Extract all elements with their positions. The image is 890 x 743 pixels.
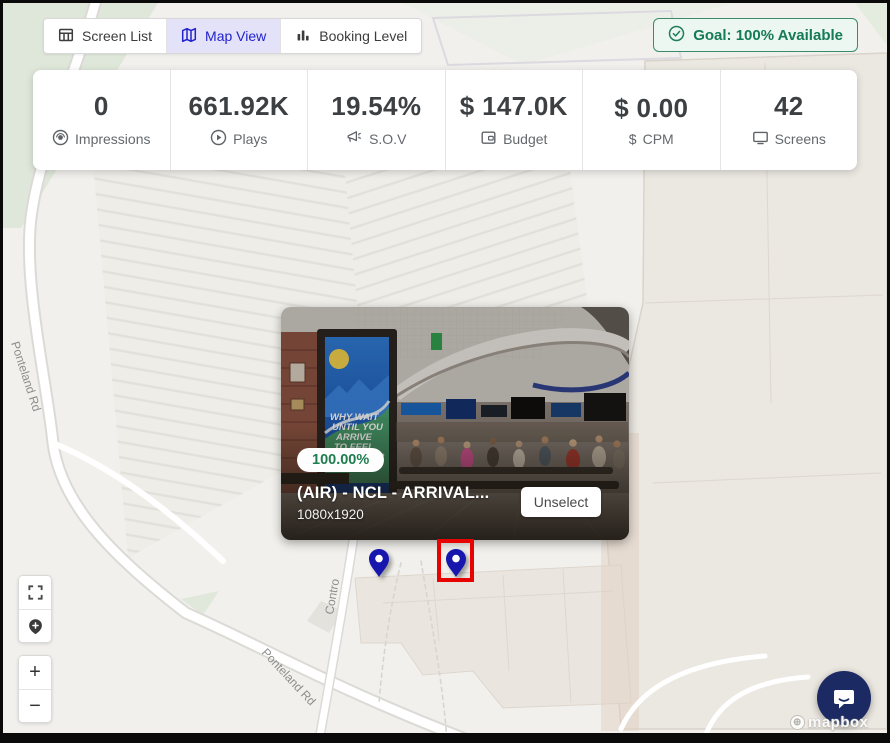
check-circle-icon [668,25,685,46]
sov-label-plays: Plays [233,131,267,147]
stat-cpm: $ 0.00 $ CPM [582,70,720,170]
eye-icon [52,129,69,149]
screens-value: 42 [774,91,804,122]
screen-title: (AIR) - NCL - ARRIVAL... [297,484,489,503]
tab-booking-level[interactable]: Booking Level [280,19,421,53]
locate-pin-button[interactable] [19,609,51,642]
budget-label: Budget [503,131,547,147]
tab-screen-list[interactable]: Screen List [44,19,166,53]
screen-icon [752,129,769,149]
tab-label: Screen List [82,28,152,44]
selected-pin-highlight-box [437,539,474,582]
sov-value: 19.54% [331,91,421,122]
dollar-icon: $ [629,131,637,147]
screen-popup-card: WHY WAIT UNTIL YOU ARRIVE TO FEEL AWESOM… [281,307,629,540]
wallet-icon [480,129,497,149]
unselect-button[interactable]: Unselect [521,487,601,517]
app-window: Ponteland Rd Ponteland Rd Contro Screen … [0,0,890,743]
mapbox-attribution[interactable]: ⊕ mapbox [790,714,869,731]
bar-chart-icon [295,27,311,46]
campaign-stats-card: 0 Impressions 661.92K [33,70,857,170]
stat-plays: 661.92K Plays [170,70,308,170]
screen-resolution: 1080x1920 [297,507,364,522]
goal-badge-label: Goal: 100% Available [693,27,843,44]
stat-impressions: 0 Impressions [33,70,170,170]
screens-label: Screens [775,131,826,147]
sov-label: S.O.V [369,131,406,147]
chat-bubble-icon [831,685,857,711]
zoom-in-button[interactable]: + [19,656,51,689]
pin-plus-icon [27,618,44,635]
zoom-controls-group: + − [18,655,52,723]
cpm-label: CPM [643,131,674,147]
zoom-out-button[interactable]: − [19,689,51,722]
map-pin[interactable] [368,548,390,578]
megaphone-icon [346,129,363,149]
mapbox-wordmark: mapbox [808,714,869,731]
stat-screens: 42 Screens [720,70,858,170]
cpm-value: $ 0.00 [614,93,688,124]
fullscreen-button[interactable] [19,576,51,609]
stat-sov: 19.54% S.O.V [307,70,445,170]
impressions-value: 0 [94,91,109,122]
view-tabbar: Screen List Map View Booking Level [43,18,422,54]
tab-map-view[interactable]: Map View [166,19,280,53]
tab-label: Booking Level [319,28,407,44]
tab-label: Map View [205,28,266,44]
stat-budget: $ 147.0K Budget [445,70,583,170]
mapbox-icon: ⊕ [790,715,805,730]
impressions-label: Impressions [75,131,150,147]
plays-value: 661.92K [189,91,289,122]
map-viewport: Ponteland Rd Ponteland Rd Contro Screen … [3,3,887,733]
budget-value: $ 147.0K [460,91,568,122]
map-tools-group [18,575,52,643]
play-circle-icon [210,129,227,149]
goal-status-badge[interactable]: Goal: 100% Available [653,18,858,52]
table-icon [58,27,74,46]
map-icon [181,27,197,46]
availability-badge: 100.00% [297,448,384,472]
